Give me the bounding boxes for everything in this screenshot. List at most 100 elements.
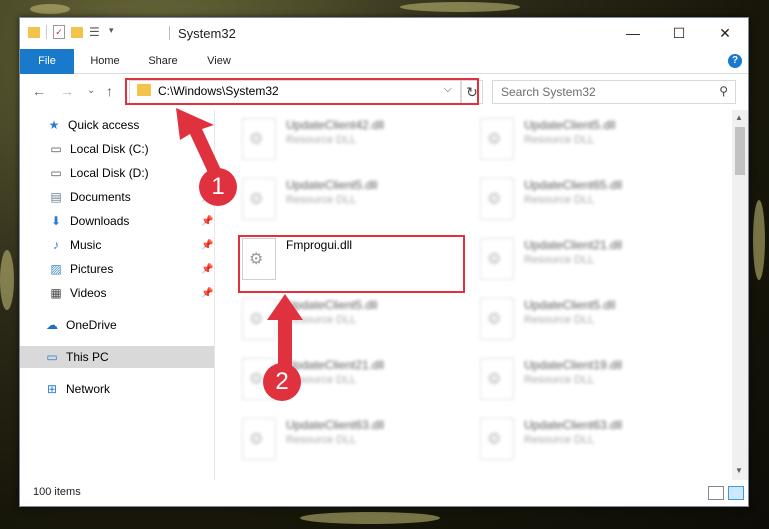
details-view-icon[interactable] <box>708 486 724 500</box>
sidebar-item-local-disk-c[interactable]: ▭ Local Disk (C:) <box>20 138 214 160</box>
dll-file-icon <box>480 358 514 400</box>
file-type: Resource DLL <box>524 314 595 326</box>
folder-icon[interactable] <box>28 26 40 38</box>
background-speck <box>30 4 70 14</box>
sidebar-item-onedrive[interactable]: ☁ OneDrive <box>20 314 214 336</box>
sidebar-item-label: Pictures <box>70 262 114 276</box>
pin-icon[interactable]: 📌 <box>201 264 213 275</box>
qat-divider <box>46 25 47 39</box>
search-icon: ⚲ <box>719 84 728 98</box>
sidebar-item-pictures[interactable]: ▨ Pictures 📌 <box>20 258 214 280</box>
drive-icon: ▭ <box>50 142 62 156</box>
scrollbar-thumb[interactable] <box>735 127 745 175</box>
file-item[interactable]: UpdateClient5.dll Resource DLL <box>238 290 468 344</box>
file-item[interactable]: UpdateClient5.dll Resource DLL <box>238 170 468 224</box>
tab-home[interactable]: Home <box>82 49 128 73</box>
ribbon-tabs: File Home Share View ? <box>20 49 748 103</box>
scroll-up-icon[interactable]: ▲ <box>735 113 743 122</box>
large-icons-view-icon[interactable] <box>728 486 744 500</box>
file-item[interactable]: UpdateClient65.dll Resource DLL <box>476 170 706 224</box>
file-name: UpdateClient5.dll <box>286 178 378 192</box>
chevron-down-icon[interactable]: ▾ <box>109 25 123 39</box>
customize-toolbar-icon[interactable]: ☰ <box>89 25 103 39</box>
sidebar-item-label: Quick access <box>68 118 140 132</box>
background-speck <box>400 2 520 12</box>
file-item[interactable]: UpdateClient63.dll Resource DLL <box>476 410 706 464</box>
file-name: UpdateClient5.dll <box>524 298 616 312</box>
dll-file-icon <box>480 298 514 340</box>
title-bar: ✓ ☰ ▾ System32 — ☐ ✕ <box>20 18 748 48</box>
videos-icon: ▦ <box>50 286 62 300</box>
tab-share[interactable]: Share <box>140 49 186 73</box>
quick-access-toolbar: ✓ ☰ ▾ <box>28 25 123 39</box>
sidebar-item-label: Videos <box>70 286 107 300</box>
file-name: UpdateClient65.dll <box>524 178 623 192</box>
new-folder-icon[interactable] <box>71 26 83 38</box>
star-icon: ★ <box>48 118 60 132</box>
background-speck <box>753 200 765 280</box>
file-item[interactable]: UpdateClient5.dll Resource DLL <box>476 290 706 344</box>
search-input[interactable]: Search System32 ⚲ <box>492 80 736 104</box>
close-button[interactable]: ✕ <box>702 18 748 48</box>
pin-icon[interactable]: 📌 <box>201 216 213 227</box>
file-type: Resource DLL <box>524 194 595 206</box>
step-1-callout: 1 <box>199 168 237 206</box>
cloud-icon: ☁ <box>46 318 58 332</box>
file-name: UpdateClient19.dll <box>524 358 623 372</box>
sidebar-item-music[interactable]: ♪ Music 📌 <box>20 234 214 256</box>
file-type: Resource DLL <box>286 434 357 446</box>
file-item[interactable]: UpdateClient21.dll Resource DLL <box>476 230 706 284</box>
file-item[interactable]: UpdateClient63.dll Resource DLL <box>238 410 468 464</box>
sidebar-item-label: Music <box>70 238 102 252</box>
recent-locations-button[interactable]: ⌄ <box>87 85 95 96</box>
sidebar-item-label: Local Disk (C:) <box>70 142 149 156</box>
scroll-down-icon[interactable]: ▼ <box>735 466 743 475</box>
file-name: UpdateClient63.dll <box>524 418 623 432</box>
minimize-button[interactable]: — <box>610 18 656 48</box>
search-placeholder: Search System32 <box>501 85 596 99</box>
sidebar-item-label: Local Disk (D:) <box>70 166 149 180</box>
file-item[interactable]: UpdateClient19.dll Resource DLL <box>476 350 706 404</box>
sidebar-item-videos[interactable]: ▦ Videos 📌 <box>20 282 214 304</box>
sidebar-item-label: OneDrive <box>66 318 117 332</box>
documents-icon: ▤ <box>50 190 62 204</box>
file-highlight-box <box>238 235 465 293</box>
sidebar-item-downloads[interactable]: ⬇ Downloads 📌 <box>20 210 214 232</box>
properties-icon[interactable]: ✓ <box>53 25 65 39</box>
sidebar-item-label: Documents <box>70 190 131 204</box>
dll-file-icon <box>242 418 276 460</box>
maximize-button[interactable]: ☐ <box>656 18 702 48</box>
view-toggle <box>708 486 744 500</box>
dll-file-icon <box>480 418 514 460</box>
sidebar-item-network[interactable]: ⊞ Network <box>20 378 214 400</box>
dll-file-icon <box>242 178 276 220</box>
background-speck <box>0 250 14 310</box>
file-name: UpdateClient21.dll <box>524 238 623 252</box>
sidebar-item-documents[interactable]: ▤ Documents 📌 <box>20 186 214 208</box>
sidebar-item-this-pc[interactable]: ▭ This PC <box>20 346 214 368</box>
file-item[interactable]: UpdateClient42.dll Resource DLL <box>238 110 468 164</box>
sidebar-item-quick-access[interactable]: ★ Quick access <box>20 114 214 136</box>
tab-view[interactable]: View <box>196 49 242 73</box>
item-count: 100 items <box>33 486 81 498</box>
file-list: UpdateClient42.dll Resource DLL UpdateCl… <box>216 110 731 480</box>
sidebar-item-label: Downloads <box>70 214 130 228</box>
dll-file-icon <box>480 178 514 220</box>
file-name: UpdateClient5.dll <box>286 298 378 312</box>
file-type: Resource DLL <box>524 434 595 446</box>
file-item[interactable]: UpdateClient5.dll Resource DLL <box>476 110 706 164</box>
pin-icon[interactable]: 📌 <box>201 240 213 251</box>
downloads-icon: ⬇ <box>50 214 62 228</box>
forward-button[interactable]: → <box>60 83 74 99</box>
file-type: Resource DLL <box>524 134 595 146</box>
back-button[interactable]: ← <box>32 83 46 99</box>
file-name: UpdateClient21.dll <box>286 358 385 372</box>
navigation-pane: ★ Quick access ▭ Local Disk (C:) ▭ Local… <box>20 110 215 480</box>
vertical-scrollbar[interactable]: ▲ ▼ <box>732 110 748 480</box>
pin-icon[interactable]: 📌 <box>201 288 213 299</box>
help-icon[interactable]: ? <box>728 54 742 68</box>
sidebar-item-label: This PC <box>66 350 109 364</box>
up-button[interactable]: ↑ <box>106 83 113 99</box>
sidebar-item-local-disk-d[interactable]: ▭ Local Disk (D:) <box>20 162 214 184</box>
background-speck <box>300 512 440 524</box>
